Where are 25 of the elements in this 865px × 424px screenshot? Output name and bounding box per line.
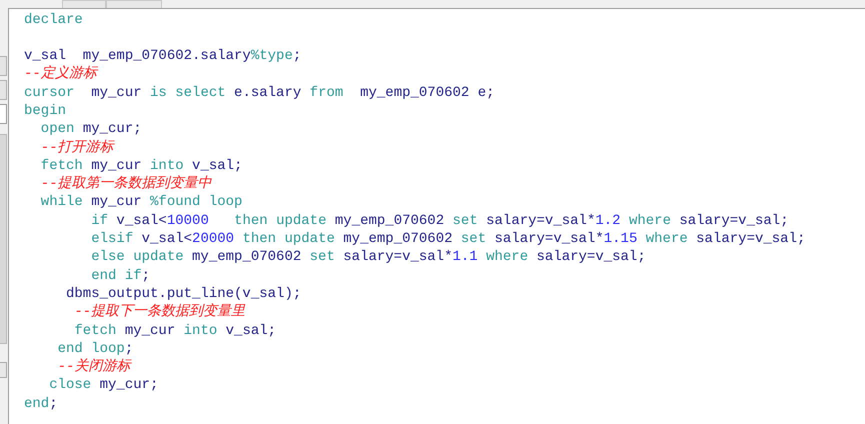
code-line: close my_cur;	[48, 376, 160, 395]
code-line: declare	[24, 10, 84, 29]
code-editor[interactable]	[8, 8, 865, 424]
code-line: fetch my_cur into v_sal;	[73, 322, 278, 340]
code-line: while my_cur %found loop	[40, 193, 244, 212]
code-line: v_sal my_emp_070602.salary%type;	[24, 47, 302, 65]
tab[interactable]	[106, 0, 162, 8]
code-line: begin	[24, 102, 68, 120]
code-line: elsif v_sal<20000 then update my_emp_070602 set salary=v_sal*1.15 where salary=v_sal;	[90, 230, 806, 248]
code-line: --提取下一条数据到变量里	[73, 303, 246, 322]
code-line: open my_cur;	[40, 120, 143, 139]
code-line: --打开游标	[40, 138, 116, 157]
code-line: --定义游标	[24, 65, 100, 84]
code-line: end if;	[90, 266, 152, 285]
code-line: --关闭游标	[56, 358, 133, 376]
code-line: cursor my_cur is select e.salary from my_emp_070602 e;	[24, 84, 496, 102]
code-line: dbms_output.put_line(v_sal);	[65, 284, 302, 303]
tab[interactable]	[62, 0, 106, 8]
code-line: end;	[24, 394, 59, 414]
code-line: fetch my_cur into v_sal;	[40, 156, 244, 175]
code-line: --提取第一条数据到变量中	[40, 175, 213, 194]
scrollbar[interactable]	[0, 134, 7, 344]
code-line: else update my_emp_070602 set salary=v_sal*1.1 where salary=v_sal;	[90, 248, 647, 267]
code-line: end loop;	[56, 340, 134, 358]
code-line: if v_sal<10000 then update my_emp_070602 set salary=v_sal*1.2 where salary=v_sal;	[90, 212, 790, 230]
